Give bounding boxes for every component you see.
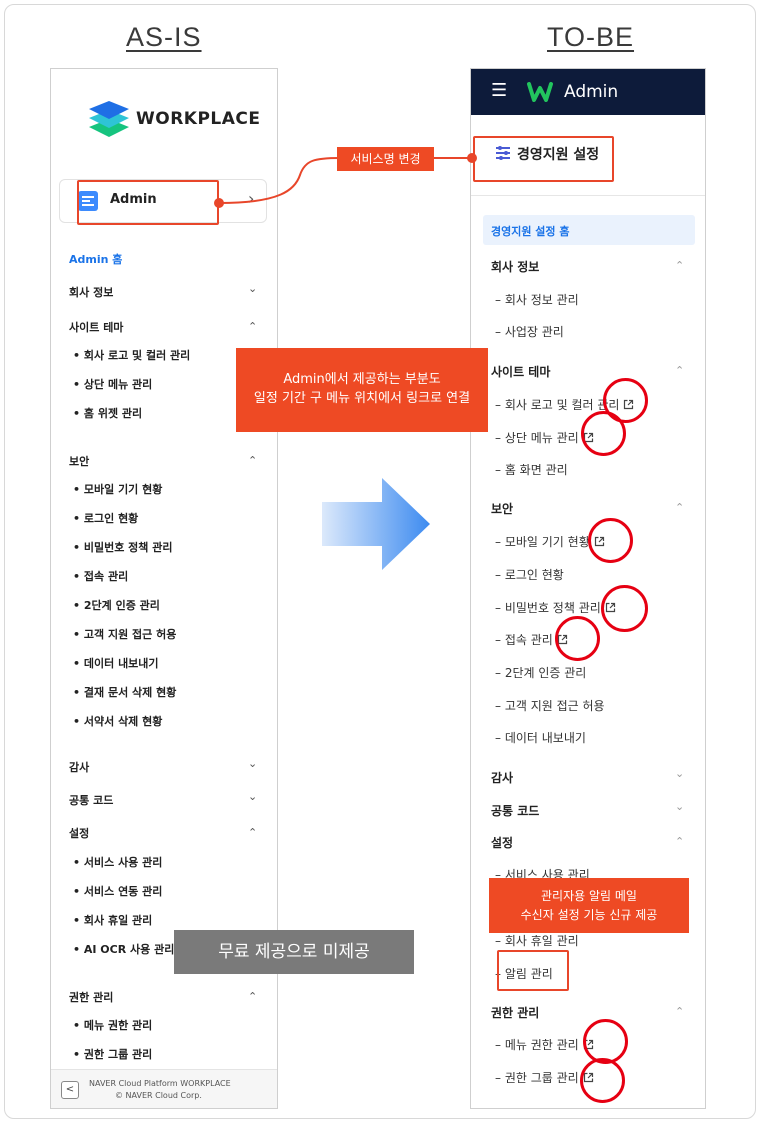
- callout-line: 관리자용 알림 메일: [541, 889, 637, 903]
- sidebar-item[interactable]: • 비밀번호 정책 관리: [73, 539, 173, 555]
- sidebar-section-site-theme[interactable]: 사이트 테마: [69, 319, 123, 335]
- sidebar-item[interactable]: • 2단계 인증 관리: [73, 597, 160, 613]
- sidebar-section-site-theme[interactable]: 사이트 테마: [491, 363, 550, 380]
- sidebar-item[interactable]: • 메뉴 권한 관리: [73, 1017, 152, 1033]
- sidebar-item[interactable]: – 고객 지원 접근 허용: [495, 697, 605, 714]
- connector-line: [214, 153, 477, 208]
- sidebar-item[interactable]: – 사업장 관리: [495, 323, 564, 340]
- alert-feature-callout: 관리자용 알림 메일 수신자 설정 기능 신규 제공: [489, 878, 689, 933]
- chevron-up-icon[interactable]: ⌃: [248, 990, 257, 1003]
- sidebar-item[interactable]: • 상단 메뉴 관리: [73, 376, 152, 392]
- highlight-circle: [581, 411, 626, 456]
- footer-copyright-line2: © NAVER Cloud Corp.: [115, 1091, 202, 1100]
- chevron-up-icon[interactable]: ⌃: [675, 259, 684, 272]
- sidebar-item[interactable]: – 권한 그룹 관리: [495, 1069, 594, 1086]
- sidebar-item[interactable]: • 서비스 사용 관리: [73, 854, 162, 870]
- sidebar-section-company[interactable]: 회사 정보: [69, 284, 113, 300]
- callout-line: Admin에서 제공하는 부분도: [283, 372, 441, 387]
- chevron-down-icon[interactable]: ⌄: [248, 757, 257, 770]
- admin-link-callout: Admin에서 제공하는 부분도 일정 기간 구 메뉴 위치에서 링크로 연결: [236, 348, 488, 432]
- footer-copyright-line1: NAVER Cloud Platform WORKPLACE: [89, 1079, 231, 1088]
- sidebar-item[interactable]: • 회사 휴일 관리: [73, 912, 152, 928]
- sidebar-section-security[interactable]: 보안: [491, 500, 513, 517]
- sidebar-section-audit[interactable]: 감사: [69, 759, 89, 775]
- sidebar-item[interactable]: – 비밀번호 정책 관리: [495, 599, 616, 616]
- callout-line: 일정 기간 구 메뉴 위치에서 링크로 연결: [253, 391, 471, 406]
- sidebar-item[interactable]: • 모바일 기기 현황: [73, 481, 162, 497]
- sidebar-section-common-code[interactable]: 공통 코드: [491, 802, 539, 819]
- sidebar-item[interactable]: – 메뉴 권한 관리: [495, 1036, 594, 1053]
- sidebar-item[interactable]: • 서약서 삭제 현황: [73, 713, 162, 729]
- sidebar-item[interactable]: • 서비스 연동 관리: [73, 883, 162, 899]
- sidebar-item[interactable]: • 결재 문서 삭제 현황: [73, 684, 176, 700]
- sidebar-item[interactable]: • 홈 위젯 관리: [73, 405, 142, 421]
- chevron-up-icon[interactable]: ⌃: [675, 1005, 684, 1018]
- sidebar-section-audit[interactable]: 감사: [491, 769, 513, 786]
- highlight-circle: [588, 518, 633, 563]
- sidebar-item[interactable]: • 회사 로고 및 컬러 관리: [73, 347, 190, 363]
- chevron-up-icon[interactable]: ⌃: [675, 835, 684, 848]
- chevron-up-icon[interactable]: ⌃: [248, 320, 257, 333]
- chevron-down-icon[interactable]: ⌄: [248, 790, 257, 803]
- alert-menu-highlight-box: [497, 950, 569, 991]
- sidebar-item[interactable]: • 권한 그룹 관리: [73, 1046, 152, 1062]
- chevron-up-icon[interactable]: ⌃: [675, 364, 684, 377]
- sidebar-item[interactable]: • AI OCR 사용 관리: [73, 941, 174, 957]
- sidebar-section-settings[interactable]: 설정: [491, 834, 513, 851]
- sidebar-item[interactable]: – 홈 화면 관리: [495, 461, 568, 478]
- sidebar-section-security[interactable]: 보안: [69, 453, 89, 469]
- sidebar-section-permissions[interactable]: 권한 관리: [69, 989, 113, 1005]
- sidebar-item[interactable]: – 데이터 내보내기: [495, 729, 586, 746]
- highlight-circle: [555, 616, 600, 661]
- chevron-down-icon[interactable]: ⌄: [248, 282, 257, 295]
- transition-arrow-icon: [322, 478, 430, 570]
- sidebar-item[interactable]: • 접속 관리: [73, 568, 128, 584]
- chevron-up-icon[interactable]: ⌃: [248, 454, 257, 467]
- sidebar-section-permissions[interactable]: 권한 관리: [491, 1004, 539, 1021]
- sidebar-item[interactable]: • 로그인 현황: [73, 510, 138, 526]
- sidebar-item[interactable]: – 상단 메뉴 관리: [495, 429, 594, 446]
- sidebar-footer: [51, 1070, 277, 1108]
- callout-line: 수신자 설정 기능 신규 제공: [520, 908, 658, 922]
- chevron-down-icon[interactable]: ⌄: [675, 767, 684, 780]
- chevron-up-icon[interactable]: ⌃: [248, 826, 257, 839]
- highlight-circle: [580, 1058, 625, 1103]
- sidebar-item[interactable]: – 회사 정보 관리: [495, 291, 579, 308]
- sidebar-item[interactable]: – 로그인 현황: [495, 566, 564, 583]
- sidebar-item[interactable]: – 2단계 인증 관리: [495, 664, 586, 681]
- free-not-provided-label: 무료 제공으로 미제공: [174, 930, 414, 974]
- highlight-circle: [601, 585, 648, 632]
- sidebar-item[interactable]: • 고객 지원 접근 허용: [73, 626, 176, 642]
- collapse-sidebar-button[interactable]: <: [61, 1081, 79, 1099]
- sidebar-item[interactable]: – 회사 휴일 관리: [495, 932, 579, 949]
- sidebar-section-settings[interactable]: 설정: [69, 825, 89, 841]
- sidebar-item[interactable]: • 데이터 내보내기: [73, 655, 159, 671]
- sidebar-section-company[interactable]: 회사 정보: [491, 258, 539, 275]
- sidebar-section-common-code[interactable]: 공통 코드: [69, 792, 113, 808]
- chevron-down-icon[interactable]: ⌄: [675, 800, 684, 813]
- chevron-up-icon[interactable]: ⌃: [675, 501, 684, 514]
- service-rename-callout: 서비스명 변경: [337, 147, 434, 171]
